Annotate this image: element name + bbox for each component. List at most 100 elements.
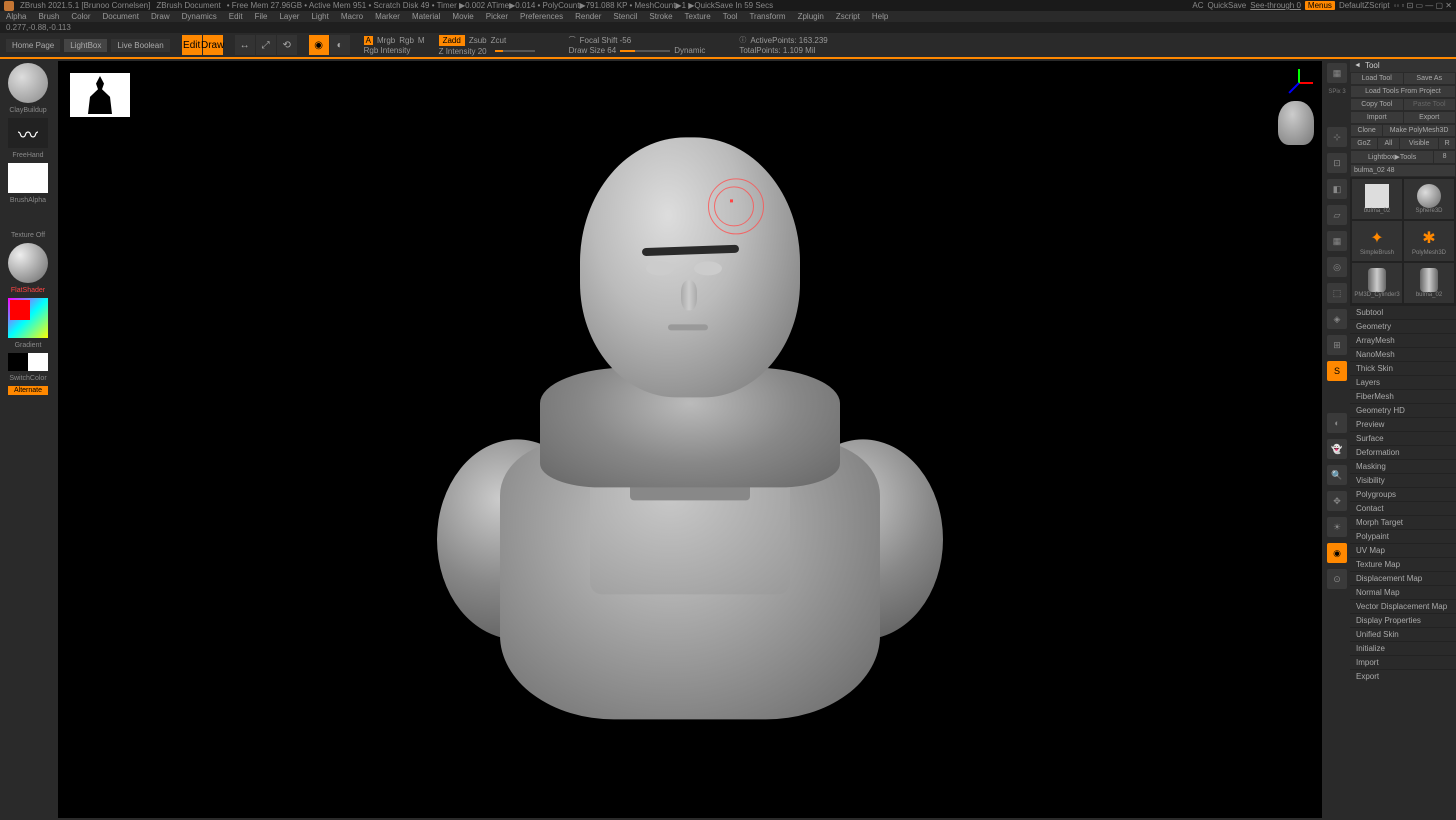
- menu-alpha[interactable]: Alpha: [6, 12, 26, 21]
- scale-icon[interactable]: ⤢: [256, 35, 276, 55]
- menu-layer[interactable]: Layer: [279, 12, 299, 21]
- aahalf-icon[interactable]: ◧: [1327, 179, 1347, 199]
- menu-dynamics[interactable]: Dynamics: [182, 12, 217, 21]
- tool-sphere3d[interactable]: Sphere3D: [1404, 179, 1454, 219]
- menu-file[interactable]: File: [255, 12, 268, 21]
- palette-deformation[interactable]: Deformation: [1350, 445, 1456, 459]
- menu-picker[interactable]: Picker: [486, 12, 508, 21]
- a-toggle[interactable]: A: [364, 36, 373, 45]
- menu-draw[interactable]: Draw: [151, 12, 170, 21]
- alternate-button[interactable]: Alternate: [8, 386, 48, 395]
- menu-document[interactable]: Document: [103, 12, 139, 21]
- palette-layers[interactable]: Layers: [1350, 375, 1456, 389]
- makepm-button[interactable]: Make PolyMesh3D: [1383, 125, 1455, 136]
- zcut-toggle[interactable]: Zcut: [491, 36, 507, 45]
- palette-surface[interactable]: Surface: [1350, 431, 1456, 445]
- zsub-toggle[interactable]: Zsub: [469, 36, 487, 45]
- swatch-black[interactable]: [8, 353, 28, 371]
- homepage-button[interactable]: Home Page: [6, 39, 60, 52]
- saveas-button[interactable]: Save As: [1404, 73, 1456, 84]
- menu-texture[interactable]: Texture: [685, 12, 711, 21]
- menu-movie[interactable]: Movie: [452, 12, 473, 21]
- head-nav-thumb[interactable]: [1278, 101, 1314, 145]
- tool-polymesh3d[interactable]: ✱PolyMesh3D: [1404, 221, 1454, 261]
- tool-bulma2[interactable]: bulma_02: [1404, 263, 1454, 303]
- zoom-icon[interactable]: 🔍: [1327, 465, 1347, 485]
- tool-bulma[interactable]: bulma_02: [1352, 179, 1402, 219]
- dynamic-icon[interactable]: ◉: [1327, 543, 1347, 563]
- color-swatches[interactable]: [8, 353, 48, 371]
- transp-icon[interactable]: ◐: [1327, 413, 1347, 433]
- palette-texturemap[interactable]: Texture Map: [1350, 557, 1456, 571]
- persp-icon[interactable]: ▱: [1327, 205, 1347, 225]
- quicksave-button[interactable]: QuickSave: [1208, 1, 1247, 10]
- menu-tool[interactable]: Tool: [723, 12, 738, 21]
- menu-stroke[interactable]: Stroke: [649, 12, 672, 21]
- palette-normalmap[interactable]: Normal Map: [1350, 585, 1456, 599]
- palette-nanomesh[interactable]: NanoMesh: [1350, 347, 1456, 361]
- seethrough-slider[interactable]: See-through 0: [1250, 1, 1301, 10]
- focal-shift[interactable]: Focal Shift -56: [580, 36, 632, 45]
- palette-arraymesh[interactable]: ArrayMesh: [1350, 333, 1456, 347]
- default-script[interactable]: DefaultZScript: [1339, 1, 1390, 10]
- xpose-icon[interactable]: ◈: [1327, 309, 1347, 329]
- palette-geometryhd[interactable]: Geometry HD: [1350, 403, 1456, 417]
- palette-polypaint[interactable]: Polypaint: [1350, 529, 1456, 543]
- gizmo-icon[interactable]: ◐: [330, 35, 350, 55]
- polyframe-icon[interactable]: ⊞: [1327, 335, 1347, 355]
- palette-visibility[interactable]: Visibility: [1350, 473, 1456, 487]
- spix-label[interactable]: SPix 3: [1328, 89, 1345, 95]
- menu-zscript[interactable]: Zscript: [836, 12, 860, 21]
- z-intensity[interactable]: Z Intensity 20: [439, 47, 487, 56]
- color-picker[interactable]: [8, 298, 48, 338]
- rotate-icon[interactable]: ⟲: [277, 35, 297, 55]
- edit-button[interactable]: Edit: [182, 35, 202, 55]
- palette-initialize[interactable]: Initialize: [1350, 641, 1456, 655]
- palette-unifiedskin[interactable]: Unified Skin: [1350, 627, 1456, 641]
- menu-macro[interactable]: Macro: [341, 12, 363, 21]
- goz-all-button[interactable]: All: [1378, 138, 1399, 149]
- liveboolean-button[interactable]: Live Boolean: [111, 39, 169, 52]
- move-icon[interactable]: ↔: [235, 35, 255, 55]
- material-thumb[interactable]: [8, 243, 48, 283]
- brush-thumb[interactable]: [8, 63, 48, 103]
- tool-cylinder[interactable]: PM3D_Cylinder3: [1352, 263, 1402, 303]
- texture-label[interactable]: Texture Off: [11, 232, 45, 239]
- move-icon[interactable]: ✥: [1327, 491, 1347, 511]
- floor-icon[interactable]: ▦: [1327, 231, 1347, 251]
- tool-header[interactable]: Tool: [1350, 59, 1456, 72]
- menu-preferences[interactable]: Preferences: [520, 12, 563, 21]
- frame-icon[interactable]: ⬚: [1327, 283, 1347, 303]
- palette-geometry[interactable]: Geometry: [1350, 319, 1456, 333]
- menu-stencil[interactable]: Stencil: [613, 12, 637, 21]
- curve-icon[interactable]: ⌒: [569, 35, 576, 45]
- sculptris-icon[interactable]: ◉: [309, 35, 329, 55]
- lightbox-button[interactable]: LightBox: [64, 39, 107, 52]
- viewport-canvas[interactable]: [58, 61, 1322, 818]
- import-button[interactable]: Import: [1351, 112, 1403, 123]
- palette-fibermesh[interactable]: FiberMesh: [1350, 389, 1456, 403]
- menu-transform[interactable]: Transform: [749, 12, 785, 21]
- menu-zplugin[interactable]: Zplugin: [798, 12, 824, 21]
- lightbox-tools-button[interactable]: Lightbox▶Tools: [1351, 151, 1433, 163]
- palette-vdm[interactable]: Vector Displacement Map: [1350, 599, 1456, 613]
- menus-button[interactable]: Menus: [1305, 1, 1335, 10]
- loadtool-button[interactable]: Load Tool: [1351, 73, 1403, 84]
- palette-contact[interactable]: Contact: [1350, 501, 1456, 515]
- palette-masking[interactable]: Masking: [1350, 459, 1456, 473]
- palette-preview[interactable]: Preview: [1350, 417, 1456, 431]
- menu-color[interactable]: Color: [71, 12, 90, 21]
- pastetool-button[interactable]: Paste Tool: [1404, 99, 1456, 110]
- m-toggle[interactable]: M: [418, 36, 425, 45]
- palette-subtool[interactable]: Subtool: [1350, 305, 1456, 319]
- lasso-icon[interactable]: ⊙: [1327, 569, 1347, 589]
- goz-r-button[interactable]: R: [1439, 138, 1455, 149]
- menu-marker[interactable]: Marker: [375, 12, 400, 21]
- palette-morphtarget[interactable]: Morph Target: [1350, 515, 1456, 529]
- menu-render[interactable]: Render: [575, 12, 601, 21]
- goz-visible-button[interactable]: Visible: [1400, 138, 1439, 149]
- mrgb-toggle[interactable]: Mrgb: [377, 36, 395, 45]
- brp-icon[interactable]: ▦: [1327, 63, 1347, 83]
- lite-icon[interactable]: ☀: [1327, 517, 1347, 537]
- menu-help[interactable]: Help: [872, 12, 888, 21]
